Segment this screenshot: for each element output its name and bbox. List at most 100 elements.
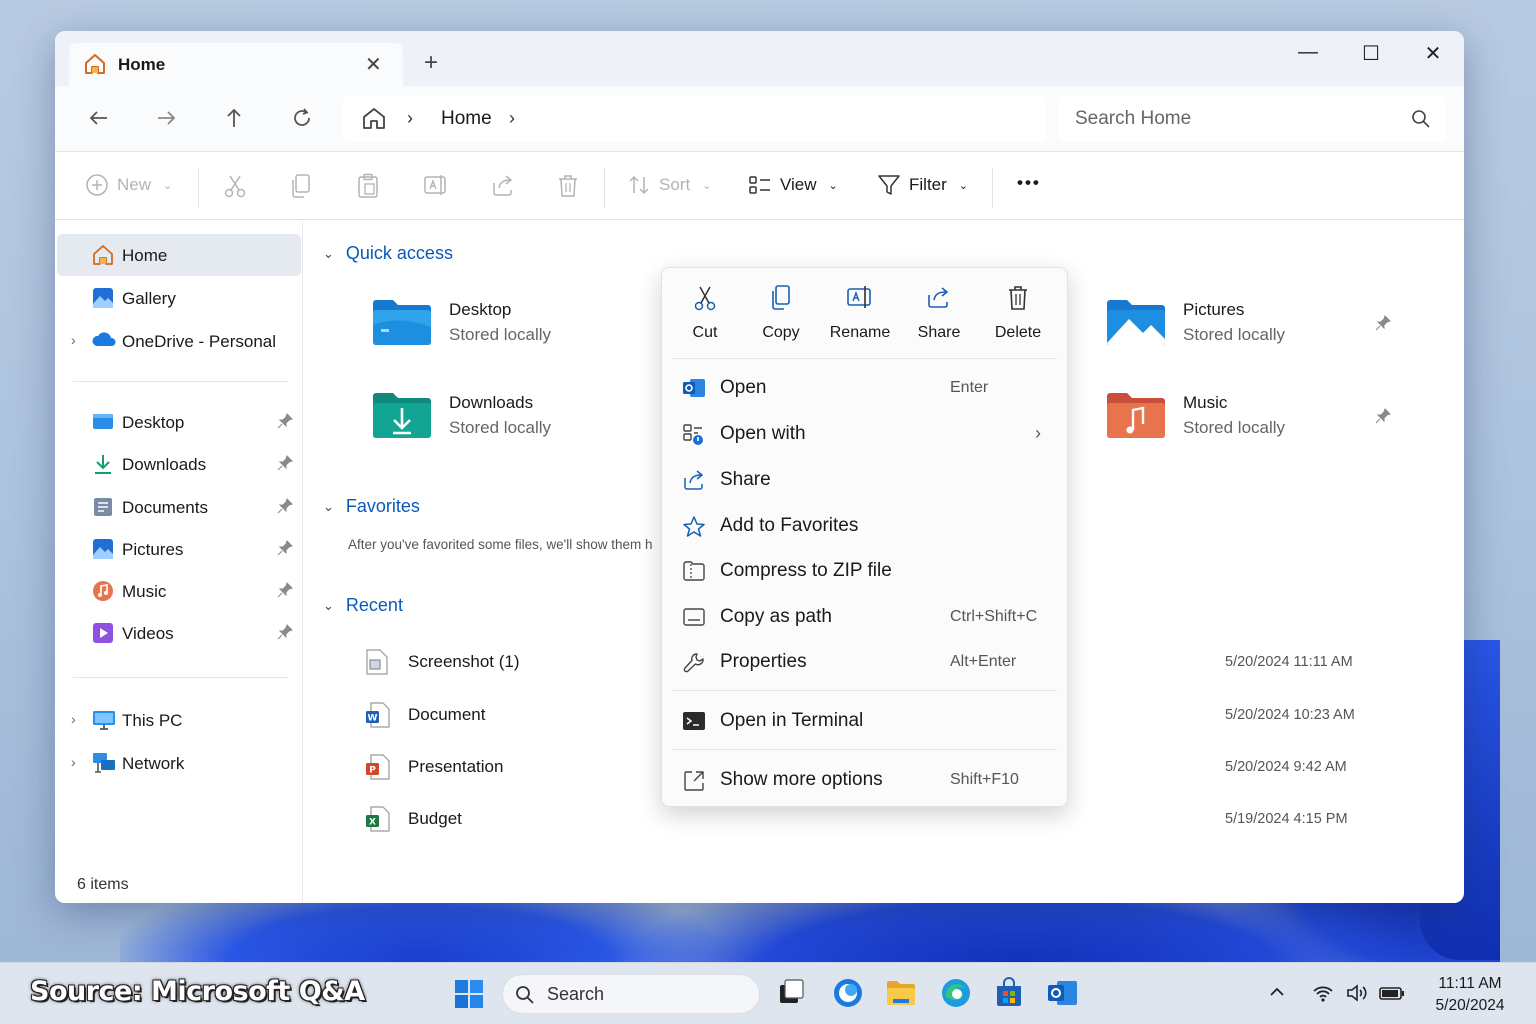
sidebar-item-label: Pictures — [122, 540, 184, 559]
back-arrow-icon[interactable] — [87, 106, 111, 135]
new-tab-button[interactable]: + — [424, 49, 438, 77]
pin-icon[interactable] — [277, 540, 293, 561]
pin-icon[interactable] — [1375, 315, 1391, 336]
recent-file-row[interactable]: X Budget — [365, 802, 665, 836]
close-tab-icon[interactable]: ✕ — [365, 52, 382, 77]
copilot-icon[interactable] — [832, 977, 864, 1014]
battery-icon[interactable] — [1379, 983, 1405, 1008]
minimize-button[interactable]: — — [1288, 41, 1328, 64]
cut-button[interactable] — [222, 173, 248, 199]
menu-item-compress-zip[interactable]: Compress to ZIP file — [670, 550, 1060, 592]
menu-item-open-with[interactable]: Open with › — [670, 413, 1060, 455]
copy-button[interactable] — [289, 173, 313, 199]
see-more-button[interactable]: ••• — [1017, 173, 1041, 193]
sidebar-item-music[interactable]: Music — [57, 570, 301, 612]
menu-item-show-more-options[interactable]: Show more options Shift+F10 — [670, 759, 1060, 801]
forward-arrow-icon[interactable] — [154, 106, 178, 135]
favorites-header[interactable]: ⌄ Favorites — [323, 496, 420, 517]
sidebar-item-desktop[interactable]: Desktop — [57, 401, 301, 443]
view-button[interactable]: View ⌄ — [748, 173, 838, 197]
close-window-button[interactable]: ✕ — [1413, 41, 1453, 66]
windows-start-icon[interactable] — [453, 978, 485, 1015]
cut-action-button[interactable]: Cut — [665, 284, 745, 342]
microsoft-store-icon[interactable] — [993, 977, 1025, 1014]
chevron-right-icon[interactable]: › — [71, 754, 76, 770]
recent-file-row[interactable]: P Presentation — [365, 750, 665, 784]
filter-button[interactable]: Filter ⌄ — [877, 173, 968, 197]
chevron-down-icon: ⌄ — [828, 179, 838, 192]
sidebar-item-videos[interactable]: Videos — [57, 612, 301, 654]
delete-button[interactable] — [556, 173, 580, 199]
pin-icon[interactable] — [277, 498, 293, 519]
recent-file-row[interactable]: Screenshot (1) — [365, 645, 665, 679]
search-icon[interactable] — [1411, 109, 1431, 134]
chevron-right-icon[interactable]: › — [71, 711, 76, 727]
rename-button[interactable] — [423, 173, 449, 197]
sidebar-item-gallery[interactable]: Gallery — [57, 277, 301, 319]
desktop-folder-icon — [371, 297, 433, 352]
new-button[interactable]: New ⌄ — [85, 173, 172, 197]
share-button[interactable] — [490, 173, 516, 197]
pin-icon[interactable] — [277, 582, 293, 603]
pin-icon[interactable] — [277, 624, 293, 645]
chevron-down-icon[interactable]: ⌄ — [323, 598, 334, 614]
chevron-up-icon[interactable] — [1268, 983, 1286, 1006]
system-clock[interactable]: 11:11 AM 5/20/2024 — [1420, 973, 1520, 1017]
sidebar-item-downloads[interactable]: Downloads — [57, 443, 301, 485]
menu-item-properties[interactable]: Properties Alt+Enter — [670, 641, 1060, 683]
quick-access-item-pictures[interactable]: Pictures Stored locally — [1105, 297, 1391, 357]
rename-action-button[interactable]: Rename — [820, 284, 900, 342]
chevron-right-icon[interactable]: › — [509, 108, 515, 129]
pin-icon[interactable] — [1375, 408, 1391, 429]
sidebar-item-network[interactable]: › Network — [57, 742, 301, 784]
search-input[interactable] — [1075, 106, 1395, 132]
paste-button[interactable] — [356, 173, 380, 199]
sidebar-item-documents[interactable]: Documents — [57, 486, 301, 528]
sort-button[interactable]: Sort ⌄ — [627, 173, 711, 197]
task-view-icon[interactable] — [776, 977, 806, 1012]
menu-item-open-in-terminal[interactable]: Open in Terminal — [670, 700, 1060, 742]
menu-item-share[interactable]: Share — [670, 459, 1060, 501]
edge-browser-icon[interactable] — [940, 977, 972, 1014]
sidebar-item-onedrive[interactable]: › OneDrive - Personal — [57, 320, 301, 362]
chevron-down-icon[interactable]: ⌄ — [323, 499, 334, 515]
search-box[interactable] — [1059, 96, 1447, 142]
tab-home[interactable]: Home ✕ — [69, 43, 403, 86]
chevron-down-icon[interactable]: ⌄ — [323, 246, 334, 262]
quick-access-header[interactable]: ⌄ Quick access — [323, 243, 453, 264]
wifi-icon[interactable] — [1312, 983, 1334, 1008]
pin-icon[interactable] — [277, 413, 293, 434]
breadcrumb-home[interactable]: Home — [441, 108, 492, 130]
chevron-down-icon: ⌄ — [163, 179, 173, 192]
maximize-button[interactable]: ☐ — [1351, 41, 1391, 66]
sidebar-item-this-pc[interactable]: › This PC — [57, 699, 301, 741]
outlook-taskbar-icon[interactable] — [1046, 977, 1078, 1014]
sidebar-item-home[interactable]: Home — [57, 234, 301, 276]
folder-status: Stored locally — [1183, 418, 1286, 437]
view-label: View — [780, 175, 817, 194]
menu-item-add-to-favorites[interactable]: Add to Favorites — [670, 505, 1060, 547]
pin-icon[interactable] — [277, 455, 293, 476]
taskbar-search-box[interactable]: Search — [502, 974, 760, 1014]
menu-item-copy-as-path[interactable]: Copy as path Ctrl+Shift+C — [670, 596, 1060, 638]
home-icon[interactable] — [361, 106, 387, 135]
chevron-right-icon[interactable]: › — [407, 108, 413, 129]
address-bar[interactable]: › Home › — [343, 96, 1046, 142]
recent-file-row[interactable]: W Document — [365, 698, 665, 732]
refresh-icon[interactable] — [290, 106, 314, 135]
star-icon — [682, 515, 706, 544]
quick-access-item-downloads[interactable]: Downloads Stored locally — [371, 390, 631, 450]
copy-action-button[interactable]: Copy — [741, 284, 821, 342]
recent-header[interactable]: ⌄ Recent — [323, 595, 403, 616]
share-action-button[interactable]: Share — [899, 284, 979, 342]
up-arrow-icon[interactable] — [222, 106, 246, 135]
volume-icon[interactable] — [1346, 983, 1368, 1008]
delete-action-button[interactable]: Delete — [978, 284, 1058, 342]
chevron-right-icon[interactable]: › — [71, 332, 76, 348]
quick-access-item-desktop[interactable]: Desktop Stored locally — [371, 297, 631, 357]
section-title: Favorites — [345, 496, 420, 516]
sidebar-item-pictures[interactable]: Pictures — [57, 528, 301, 570]
quick-access-item-music[interactable]: Music Stored locally — [1105, 390, 1391, 450]
menu-item-open[interactable]: Open Enter — [670, 367, 1060, 409]
file-explorer-taskbar-icon[interactable] — [885, 977, 917, 1014]
